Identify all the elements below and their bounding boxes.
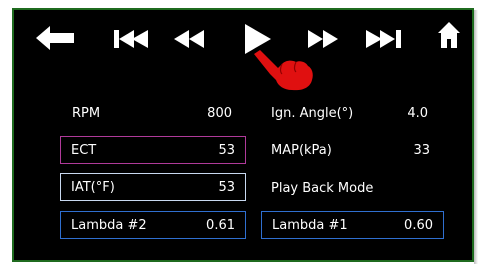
back-arrow-icon[interactable] <box>36 26 76 50</box>
rewind-icon[interactable] <box>174 30 206 48</box>
map-label: MAP(kPa) <box>271 143 332 158</box>
ign-angle-value: 4.0 <box>407 106 428 121</box>
home-icon[interactable] <box>438 22 460 48</box>
screen-shadow <box>474 10 478 264</box>
playback-mode-label: Play Back Mode <box>271 181 374 196</box>
iat-box[interactable]: IAT(°F) 53 <box>60 173 246 201</box>
rpm-value: 800 <box>207 106 232 121</box>
skip-to-end-icon[interactable] <box>366 30 402 48</box>
ect-label: ECT <box>71 143 97 158</box>
lambda2-box[interactable]: Lambda #2 0.61 <box>60 211 246 239</box>
iat-label: IAT(°F) <box>71 180 115 195</box>
lambda2-value: 0.61 <box>206 218 235 233</box>
map-value: 33 <box>413 143 430 158</box>
lambda1-box[interactable]: Lambda #1 0.60 <box>261 211 444 239</box>
ect-box[interactable]: ECT 53 <box>60 136 246 164</box>
lambda2-label: Lambda #2 <box>71 218 147 233</box>
rpm-label: RPM <box>72 106 101 121</box>
playback-screen: RPM 800 Ign. Angle(°) 4.0 ECT 53 MAP(kPa… <box>12 8 474 262</box>
lambda1-value: 0.60 <box>404 218 433 233</box>
fast-forward-icon[interactable] <box>308 30 340 48</box>
ign-angle-label: Ign. Angle(°) <box>271 106 354 121</box>
skip-to-start-icon[interactable] <box>114 30 150 48</box>
ect-value: 53 <box>218 143 235 158</box>
pointing-hand-cursor-icon <box>254 50 313 91</box>
lambda1-label: Lambda #1 <box>272 218 348 233</box>
iat-value: 53 <box>218 180 235 195</box>
